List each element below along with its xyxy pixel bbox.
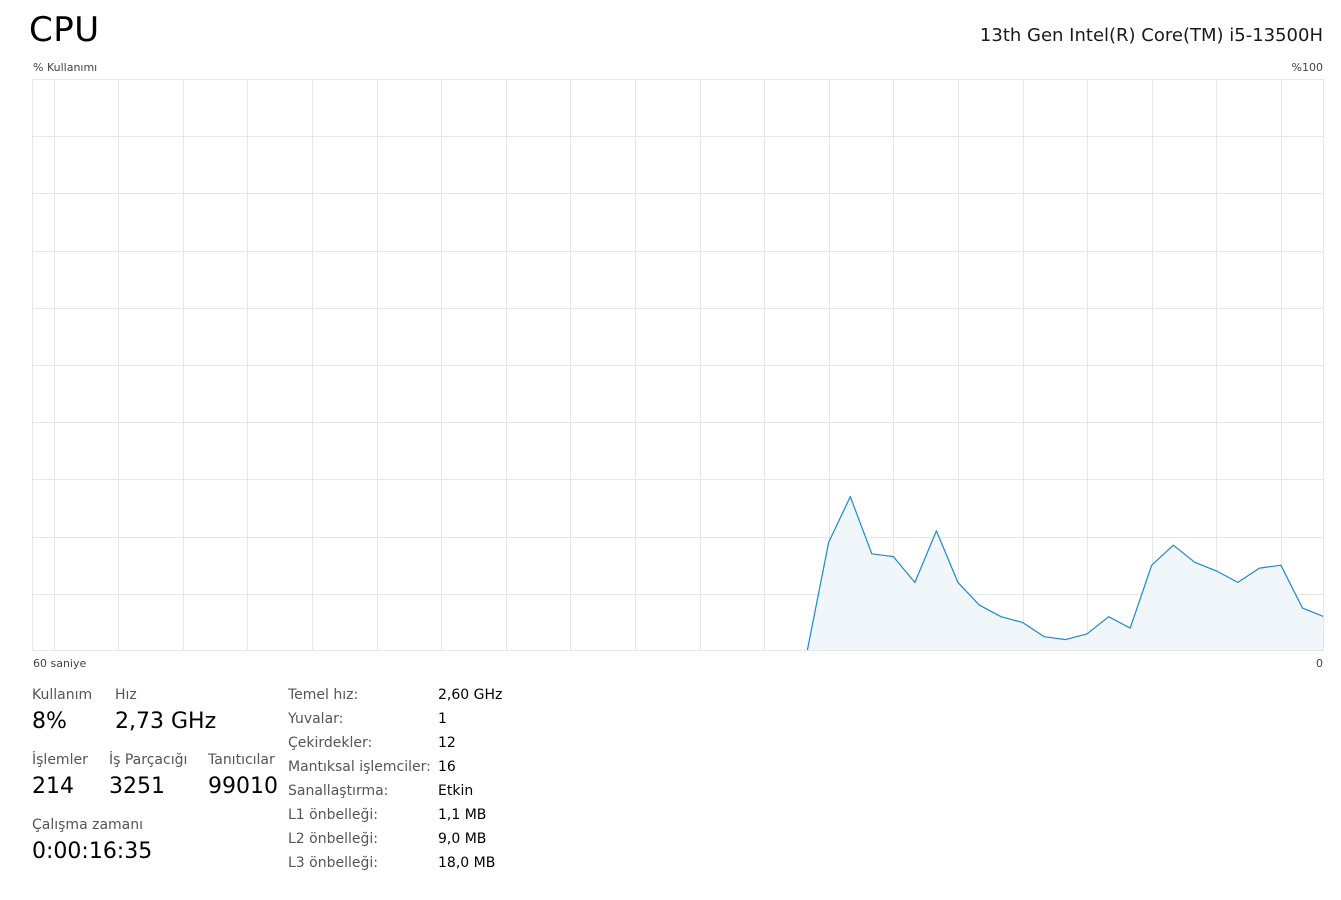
graph-grid bbox=[32, 79, 1324, 651]
spec-row: Temel hız: 2,60 GHz bbox=[288, 686, 548, 710]
cpu-usage-graph bbox=[32, 79, 1325, 652]
spec-key: Yuvalar: bbox=[288, 711, 344, 727]
spec-key: L3 önbelleği: bbox=[288, 855, 378, 871]
cpu-model-name: 13th Gen Intel(R) Core(TM) i5-13500H bbox=[979, 25, 1323, 46]
spec-value: 9,0 MB bbox=[438, 831, 487, 847]
spec-row: Yuvalar: 1 bbox=[288, 710, 548, 734]
spec-row: Sanallaştırma: Etkin bbox=[288, 782, 548, 806]
handles-label: Tanıtıcılar bbox=[208, 752, 275, 768]
spec-value: 16 bbox=[438, 759, 456, 775]
speed-label: Hız bbox=[115, 687, 137, 703]
spec-key: L1 önbelleği: bbox=[288, 807, 378, 823]
handles-value: 99010 bbox=[208, 774, 278, 799]
spec-key: L2 önbelleği: bbox=[288, 831, 378, 847]
processes-value: 214 bbox=[32, 774, 74, 799]
graph-x-right-label: 0 bbox=[1316, 657, 1323, 670]
spec-row: Mantıksal işlemciler: 16 bbox=[288, 758, 548, 782]
threads-label: İş Parçacığı bbox=[109, 752, 188, 768]
speed-value: 2,73 GHz bbox=[115, 709, 217, 734]
threads-value: 3251 bbox=[109, 774, 165, 799]
usage-label: Kullanım bbox=[32, 687, 93, 703]
processes-label: İşlemler bbox=[32, 752, 88, 768]
usage-value: 8% bbox=[32, 709, 67, 734]
spec-key: Temel hız: bbox=[288, 687, 359, 703]
spec-value: 2,60 GHz bbox=[438, 687, 503, 703]
cpu-specs-table: Temel hız: 2,60 GHz Yuvalar: 1 Çekirdekl… bbox=[288, 686, 548, 878]
spec-row: L2 önbelleği: 9,0 MB bbox=[288, 830, 548, 854]
page-title: CPU bbox=[29, 10, 100, 50]
spec-value: Etkin bbox=[438, 783, 474, 799]
spec-row: L3 önbelleği: 18,0 MB bbox=[288, 854, 548, 878]
spec-key: Çekirdekler: bbox=[288, 735, 373, 751]
graph-y-max-label: %100 bbox=[1291, 61, 1323, 74]
spec-row: Çekirdekler: 12 bbox=[288, 734, 548, 758]
usage-area-fill bbox=[807, 496, 1324, 651]
uptime-value: 0:00:16:35 bbox=[32, 839, 153, 864]
spec-row: L1 önbelleği: 1,1 MB bbox=[288, 806, 548, 830]
cpu-performance-panel: CPU 13th Gen Intel(R) Core(TM) i5-13500H… bbox=[0, 0, 1341, 900]
spec-value: 18,0 MB bbox=[438, 855, 496, 871]
uptime-label: Çalışma zamanı bbox=[32, 817, 144, 833]
spec-key: Sanallaştırma: bbox=[288, 783, 389, 799]
spec-value: 12 bbox=[438, 735, 456, 751]
graph-y-axis-label: % Kullanımı bbox=[33, 61, 98, 74]
spec-value: 1 bbox=[438, 711, 447, 727]
spec-value: 1,1 MB bbox=[438, 807, 487, 823]
spec-key: Mantıksal işlemciler: bbox=[288, 759, 431, 775]
graph-x-left-label: 60 saniye bbox=[33, 657, 87, 670]
